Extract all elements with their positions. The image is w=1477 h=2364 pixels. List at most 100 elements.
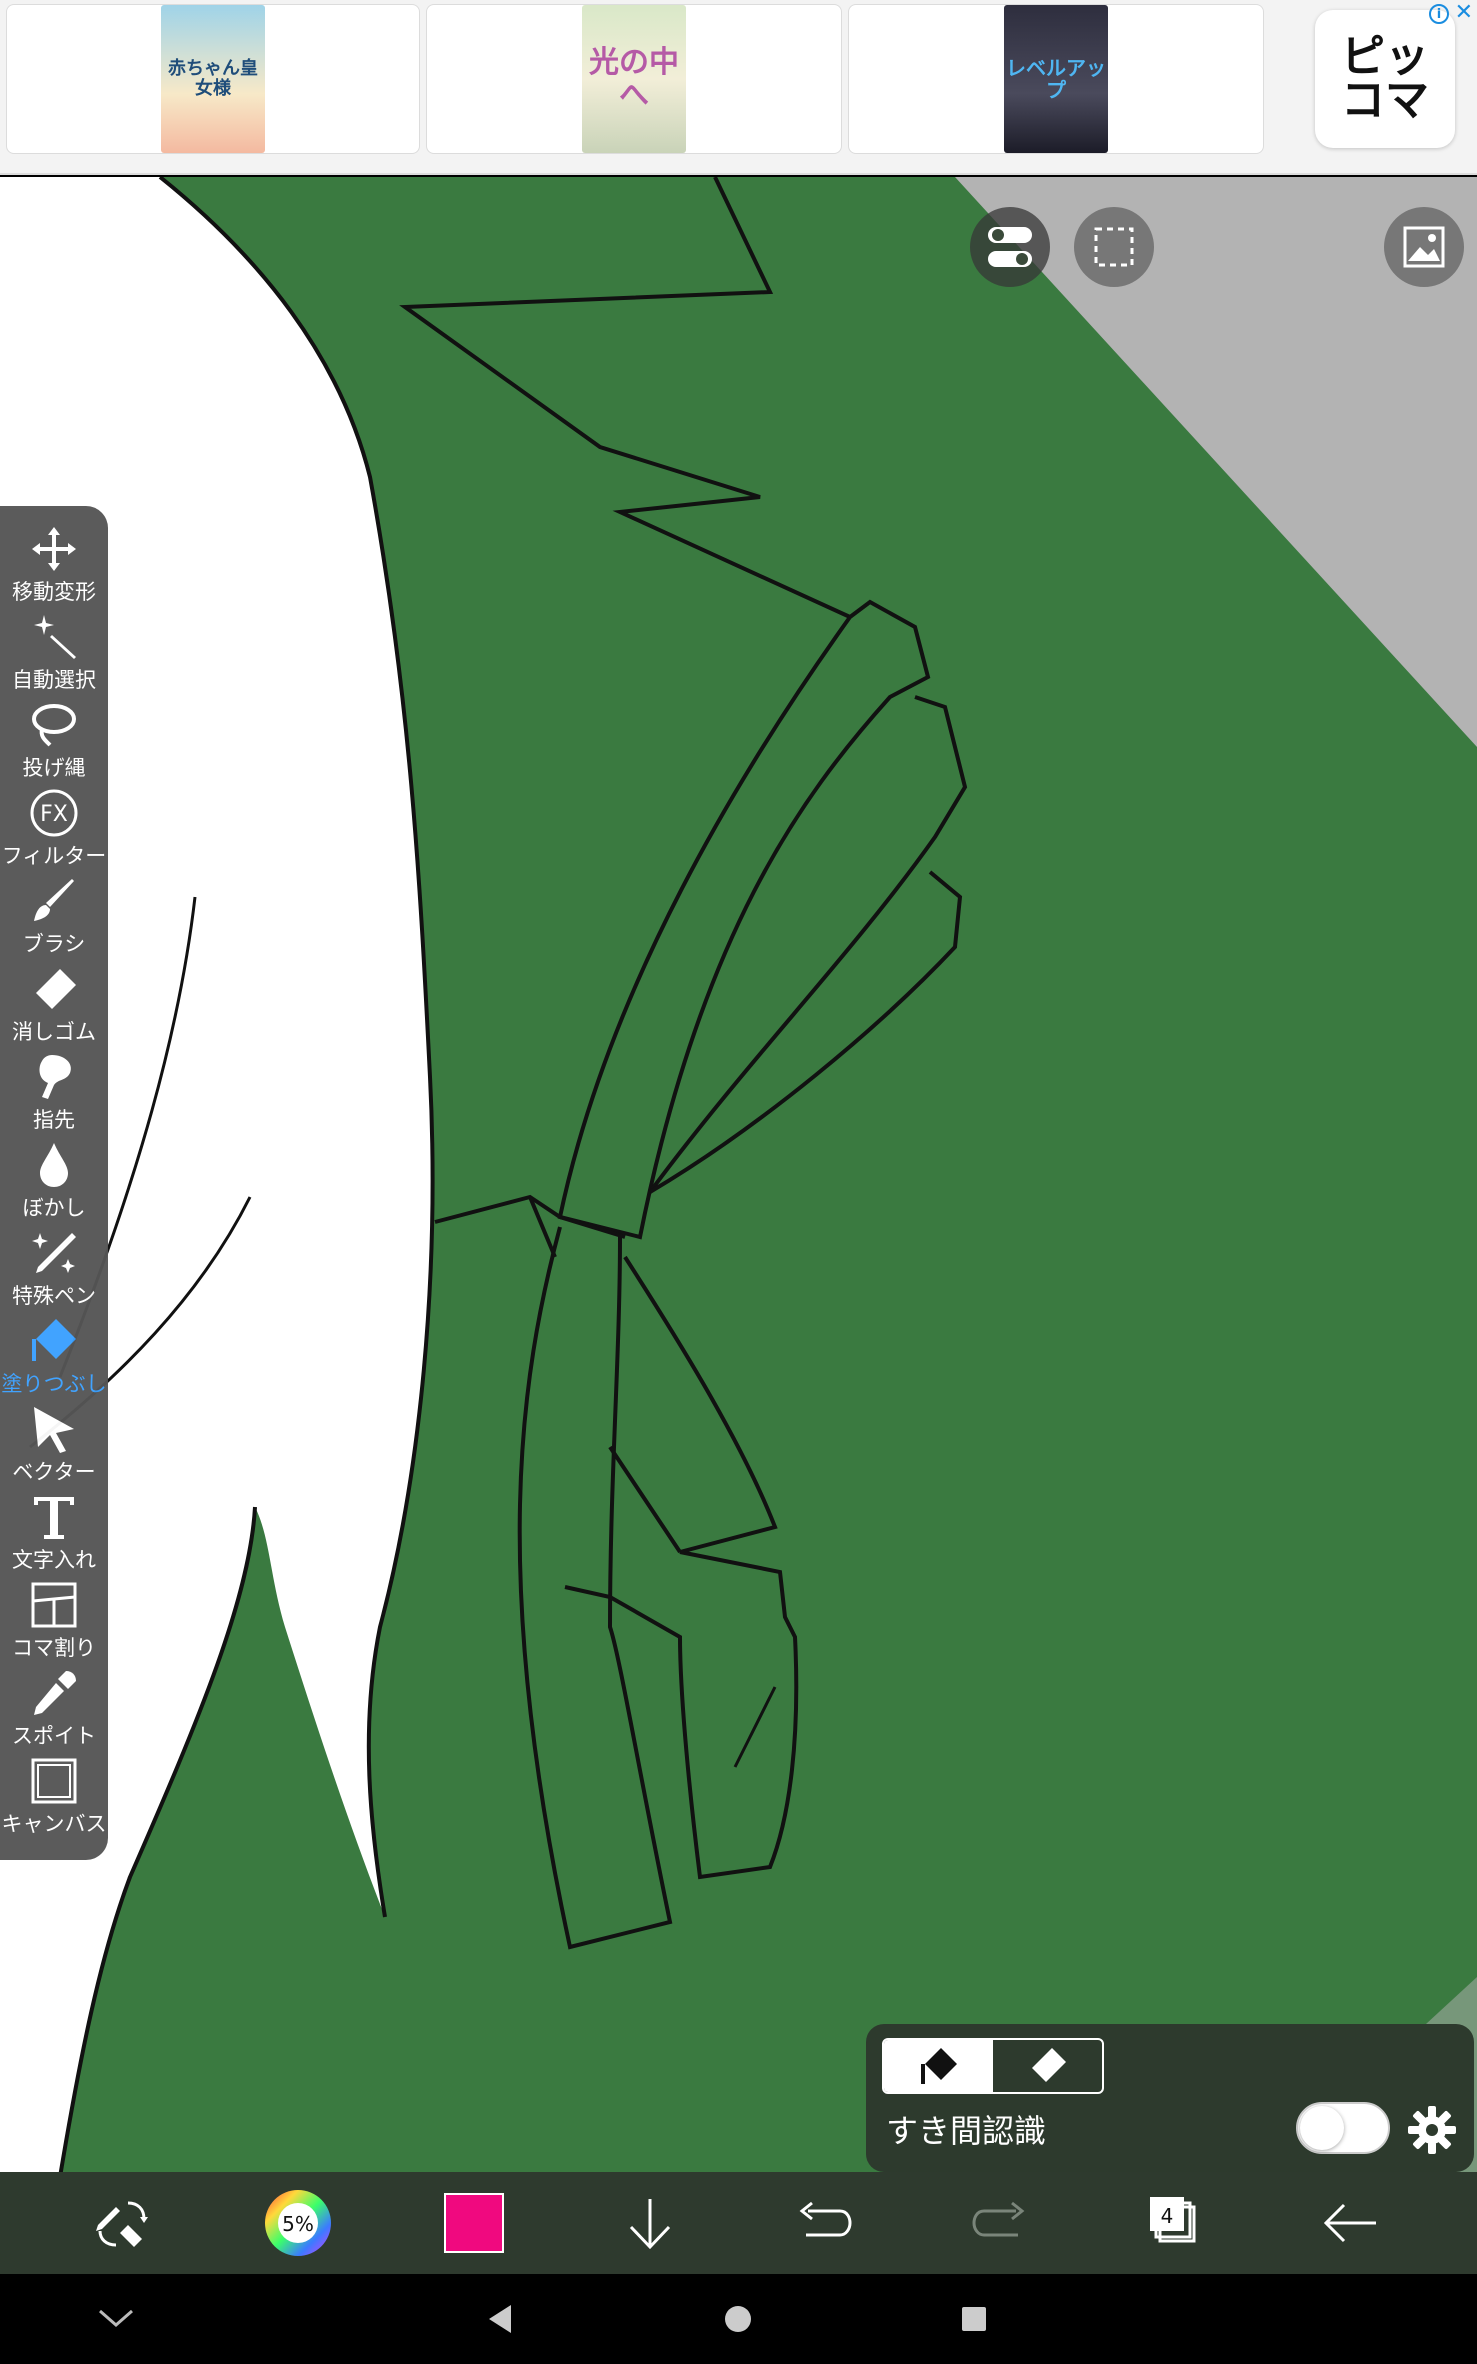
tool-label: 文字入れ — [12, 1548, 96, 1572]
vector-cursor-icon — [34, 1407, 74, 1453]
tool-auto-select[interactable]: 自動選択 — [0, 612, 108, 700]
ad-cover-image-3: レベルアップ — [1004, 5, 1108, 153]
magic-wand-icon — [34, 615, 76, 659]
undo-button[interactable] — [764, 2172, 884, 2274]
ad-banner[interactable]: 赤ちゃん皇女様 光の中へ レベルアップ ピッコマ i ✕ — [0, 0, 1477, 175]
tool-text[interactable]: 文字入れ — [0, 1492, 108, 1580]
tie-inner-fold — [608, 1445, 682, 1554]
tool-smudge[interactable]: 指先 — [0, 1052, 108, 1140]
chevron-down-icon — [99, 2309, 133, 2327]
layer-toggle-button[interactable] — [970, 207, 1050, 287]
tool-label: ぼかし — [22, 1196, 86, 1220]
ad-info-icon[interactable]: i — [1429, 4, 1449, 24]
layer-count: 4 — [1161, 2204, 1174, 2228]
fill-options-panel: すき間認識 — [866, 2024, 1474, 2172]
smudge-finger-icon — [39, 1055, 71, 1099]
undo-icon — [799, 2201, 852, 2237]
tool-label: スポイト — [12, 1724, 96, 1748]
nav-recents-icon — [962, 2307, 986, 2331]
tool-filter[interactable]: FX フィルター — [0, 788, 108, 876]
fill-mode-segment — [882, 2038, 1104, 2094]
tool-vector[interactable]: ベクター — [0, 1404, 108, 1492]
nav-home-button[interactable] — [688, 2274, 788, 2364]
brush-size-button[interactable]: 5% — [238, 2172, 358, 2274]
redo-icon — [972, 2201, 1025, 2237]
tie-crease — [733, 1686, 777, 1768]
layers-button[interactable]: 4 — [1114, 2172, 1234, 2274]
piccoma-logo-text: ピッコマ — [1341, 31, 1429, 126]
filter-fx-icon: FX — [30, 789, 78, 837]
move-transform-icon — [32, 527, 76, 571]
selection-button[interactable] — [1074, 207, 1154, 287]
ad-card-1[interactable]: 赤ちゃん皇女様 — [6, 4, 420, 154]
pen-eraser-switch-button[interactable] — [62, 2172, 182, 2274]
tool-label: 投げ縄 — [22, 756, 86, 780]
nav-back-icon — [489, 2305, 511, 2333]
nav-home-icon — [725, 2306, 751, 2332]
brush-size-label: 5% — [282, 2212, 314, 2236]
tool-label: キャンバス — [1, 1812, 107, 1836]
gear-icon[interactable] — [1406, 2104, 1458, 2156]
tool-label: 移動変形 — [12, 580, 96, 604]
pen-eraser-switch-icon — [96, 2201, 148, 2247]
erase-mode-icon — [1031, 2048, 1066, 2082]
tool-fill[interactable]: 塗りつぶし — [0, 1316, 108, 1404]
redo-button[interactable] — [940, 2172, 1060, 2274]
tool-canvas[interactable]: キャンバス — [0, 1756, 108, 1844]
blur-drop-icon — [40, 1143, 68, 1187]
tool-eyedropper[interactable]: スポイト — [0, 1668, 108, 1756]
fill-bucket-icon — [32, 1319, 76, 1361]
eyedropper-icon — [34, 1671, 76, 1715]
layers-icon: 4 — [1150, 2197, 1196, 2243]
brush-icon — [34, 879, 74, 921]
tool-lasso[interactable]: 投げ縄 — [0, 700, 108, 788]
tool-panel-divide[interactable]: コマ割り — [0, 1580, 108, 1668]
layer-toggle-icon — [988, 227, 1032, 267]
download-button[interactable] — [590, 2172, 710, 2274]
text-icon — [34, 1497, 74, 1539]
tool-eraser[interactable]: 消しゴム — [0, 964, 108, 1052]
drawing-canvas[interactable] — [0, 177, 1477, 2177]
tool-move-transform[interactable]: 移動変形 — [0, 524, 108, 612]
tool-panel: 移動変形 自動選択 投げ縄 FX フィルター ブラシ 消しゴム 指先 ぼかし 特… — [0, 506, 108, 1860]
ad-card-3[interactable]: レベルアップ — [848, 4, 1264, 154]
bottom-toolbar: 5% 4 — [0, 2172, 1477, 2274]
eraser-icon — [36, 969, 76, 1009]
nav-hide-button[interactable] — [66, 2274, 166, 2364]
gap-detection-toggle[interactable] — [1296, 2102, 1390, 2154]
canvas-artwork — [0, 177, 1477, 2177]
tie-tail-left — [517, 1226, 673, 1950]
special-pen-icon — [32, 1233, 76, 1273]
tool-special-pen[interactable]: 特殊ペン — [0, 1228, 108, 1316]
current-color-button[interactable] — [414, 2172, 534, 2274]
tool-label: コマ割り — [12, 1636, 96, 1660]
ad-cover-title-3: レベルアップ — [1006, 56, 1106, 102]
ad-cover-image-1: 赤ちゃん皇女様 — [161, 5, 265, 153]
tool-brush[interactable]: ブラシ — [0, 876, 108, 964]
ad-close-icon[interactable]: ✕ — [1455, 0, 1473, 25]
fill-mode-icon — [920, 2048, 957, 2084]
back-button[interactable] — [1290, 2172, 1410, 2274]
selection-icon — [1094, 227, 1134, 267]
tool-label: 特殊ペン — [12, 1284, 96, 1308]
system-navigation-bar — [0, 2274, 1477, 2364]
erase-mode-button[interactable] — [993, 2040, 1102, 2092]
svg-text:FX: FX — [40, 802, 68, 827]
nav-recents-button[interactable] — [924, 2274, 1024, 2364]
nav-back-button[interactable] — [450, 2274, 550, 2364]
tool-label: 自動選択 — [12, 668, 96, 692]
tool-blur[interactable]: ぼかし — [0, 1140, 108, 1228]
fill-mode-button[interactable] — [884, 2040, 993, 2092]
tie-knot — [434, 1194, 626, 1239]
image-button[interactable] — [1384, 207, 1464, 287]
tool-label: ブラシ — [22, 932, 86, 956]
toggle-knob — [1300, 2106, 1344, 2150]
current-color-swatch — [444, 2193, 504, 2253]
piccoma-logo[interactable]: ピッコマ — [1315, 10, 1455, 148]
ad-cover-image-2: 光の中へ — [582, 5, 686, 153]
ribbon-middle-loop — [648, 695, 968, 1194]
ad-cover-title-2: 光の中へ — [589, 45, 679, 113]
ad-card-2[interactable]: 光の中へ — [426, 4, 842, 154]
tool-label: 指先 — [33, 1108, 75, 1132]
tool-label: ベクター — [12, 1460, 96, 1484]
